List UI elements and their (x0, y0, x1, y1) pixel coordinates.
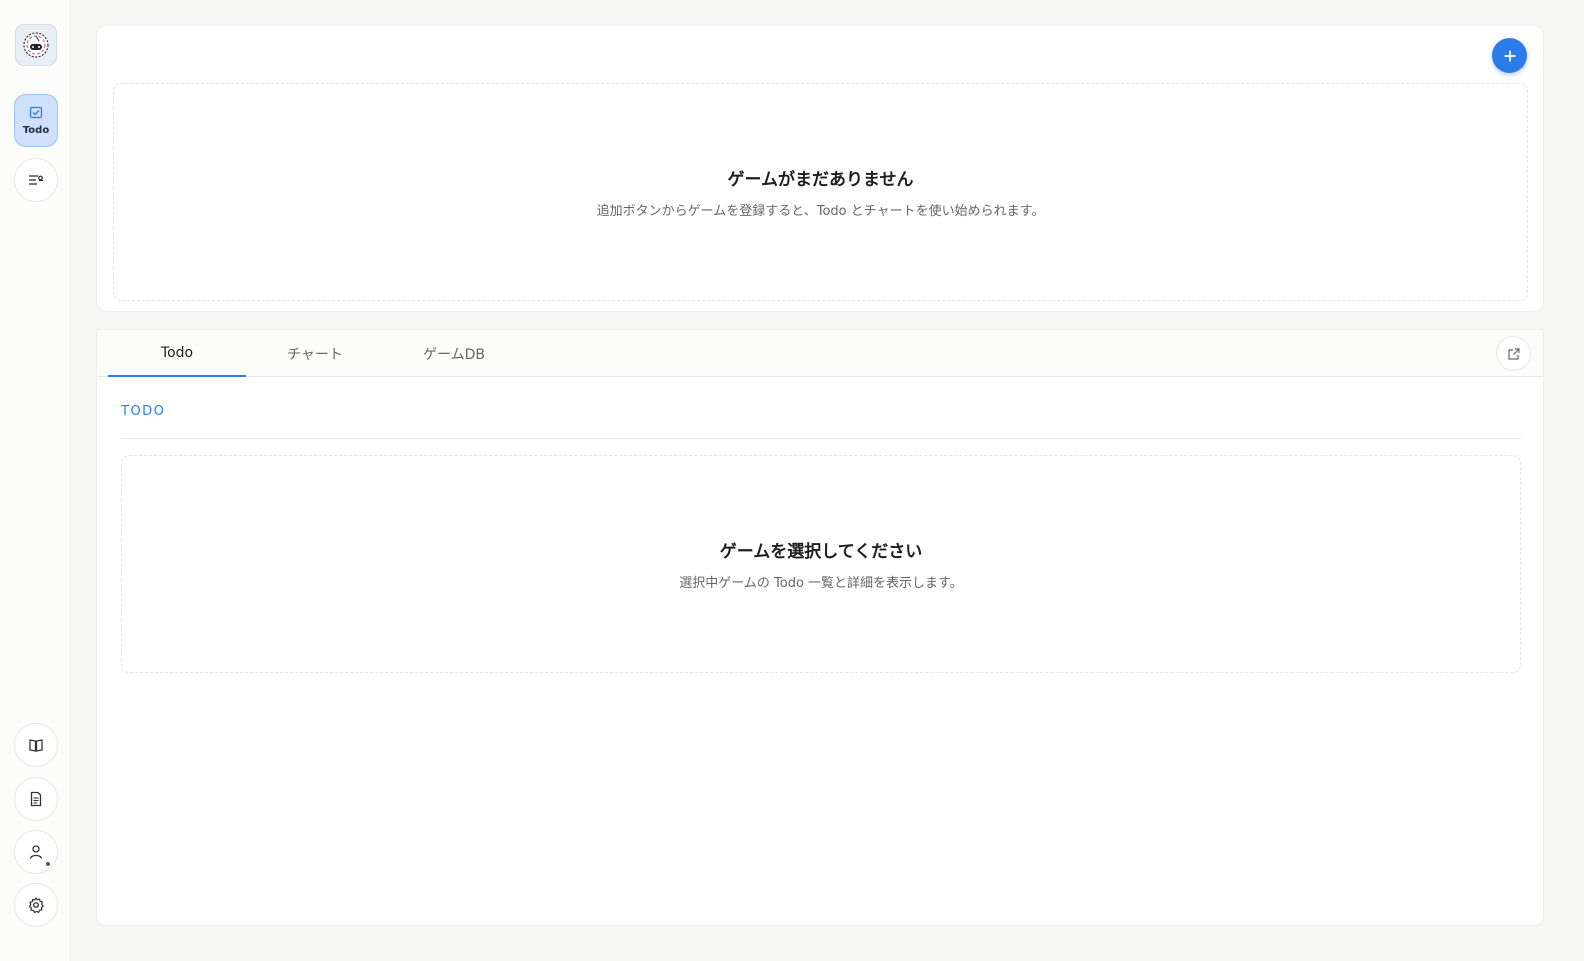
document-icon (30, 791, 42, 807)
games-panel: ゲームがまだありません 追加ボタンからゲームを登録すると、Todo とチャートを… (96, 25, 1544, 312)
todo-empty-state: ゲームを選択してください 選択中ゲームの Todo 一覧と詳細を表示します。 (121, 455, 1521, 673)
sidebar-item-todo[interactable]: Todo (14, 94, 58, 147)
empty-state-title: ゲームがまだありません (727, 170, 914, 190)
external-link-icon (1507, 347, 1520, 360)
book-icon (29, 739, 43, 752)
tab-chart[interactable]: チャート (246, 330, 384, 377)
sidebar-item-label: Todo (22, 124, 50, 136)
list-filter-icon (29, 175, 43, 185)
empty-state-title: ゲームを選択してください (719, 542, 923, 562)
empty-state-description: 追加ボタンからゲームを登録すると、Todo とチャートを使い始められます。 (596, 204, 1045, 219)
checkbox-icon (29, 106, 43, 118)
sidebar-item-settings[interactable] (14, 883, 58, 927)
sidebar-item-list[interactable] (14, 158, 58, 202)
sidebar-item-book[interactable] (14, 723, 58, 767)
main-panel: Todo チャート ゲームDB TODO ゲームを選択してください 選択中ゲーム… (96, 329, 1544, 926)
app-logo[interactable] (15, 24, 57, 66)
plus-icon (1504, 50, 1515, 61)
gear-icon (28, 897, 44, 914)
tab-game-db[interactable]: ゲームDB (385, 330, 523, 377)
user-icon (29, 845, 43, 859)
controller-dial-logo-icon (23, 32, 49, 58)
empty-state-description: 選択中ゲームの Todo 一覧と詳細を表示します。 (679, 576, 963, 591)
tab-bar: Todo チャート ゲームDB (97, 330, 1543, 377)
status-dot (45, 861, 51, 867)
open-external-button[interactable] (1496, 336, 1531, 371)
section-heading: TODO (121, 404, 166, 419)
divider (121, 438, 1521, 439)
sidebar-item-document[interactable] (14, 777, 58, 821)
tab-todo[interactable]: Todo (108, 330, 246, 377)
add-game-button[interactable] (1492, 38, 1527, 73)
sidebar: Todo (0, 0, 71, 961)
games-empty-state: ゲームがまだありません 追加ボタンからゲームを登録すると、Todo とチャートを… (113, 83, 1528, 301)
sidebar-item-account[interactable] (14, 830, 58, 874)
